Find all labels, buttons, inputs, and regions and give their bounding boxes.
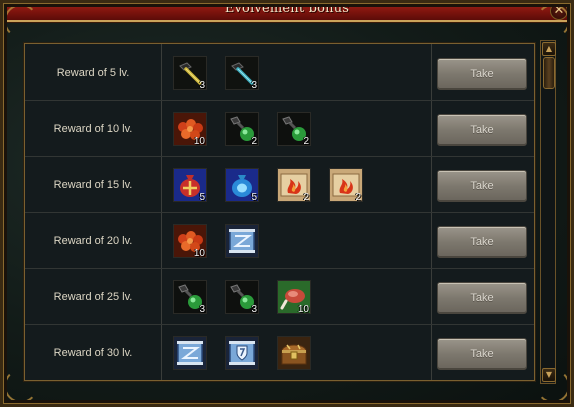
item-count: 3 [251, 304, 257, 314]
title-bar[interactable]: Evolvement bonus [0, 0, 574, 22]
blue-scroll-icon[interactable] [173, 336, 207, 370]
reward-row: Reward of 10 lv. 10 2 2 Take [25, 101, 534, 157]
reward-row: Reward of 30 lv. Take [25, 325, 534, 381]
corner-ornament [4, 4, 38, 38]
item-count: 3 [199, 304, 205, 314]
take-button[interactable]: Take [437, 114, 527, 146]
green-potion-icon[interactable]: 3 [173, 280, 207, 314]
item-count: 2 [355, 192, 361, 202]
take-button[interactable]: Take [437, 58, 527, 90]
item-count: 3 [251, 80, 257, 90]
take-button[interactable]: Take [437, 338, 527, 370]
reward-row: Reward of 15 lv. 5 5 2 2 Take [25, 157, 534, 213]
reward-level-label: Reward of 15 lv. [53, 179, 133, 191]
take-button[interactable]: Take [437, 226, 527, 258]
corner-ornament [536, 4, 570, 38]
red-ore-pile-icon[interactable]: 10 [173, 224, 207, 258]
scrollbar[interactable]: ▲ ▼ [540, 40, 556, 384]
scroll-down-button[interactable]: ▼ [542, 368, 556, 382]
item-count: 10 [297, 304, 309, 314]
reward-row: Reward of 25 lv. 3 3 10 Take [25, 269, 534, 325]
reward-level-label: Reward of 5 lv. [56, 67, 130, 79]
take-button[interactable]: Take [437, 282, 527, 314]
reward-level-label: Reward of 10 lv. [53, 123, 133, 135]
reward-row: Reward of 5 lv. 3 3 Take [25, 45, 534, 101]
item-count: 2 [303, 192, 309, 202]
pickaxe-cyan-icon[interactable]: 3 [225, 56, 259, 90]
red-ore-pile-icon[interactable]: 10 [173, 112, 207, 146]
window-title: Evolvement bonus [224, 1, 350, 16]
shield-scroll-icon[interactable] [225, 336, 259, 370]
item-count: 2 [303, 136, 309, 146]
item-count: 5 [199, 192, 205, 202]
red-pouch-icon[interactable]: 5 [173, 168, 207, 202]
reward-level-label: Reward of 20 lv. [53, 235, 133, 247]
fire-scroll-icon[interactable]: 2 [277, 168, 311, 202]
treasure-chest-icon[interactable] [277, 336, 311, 370]
blue-pouch-icon[interactable]: 5 [225, 168, 259, 202]
green-potion-icon[interactable]: 2 [225, 112, 259, 146]
meat-icon[interactable]: 10 [277, 280, 311, 314]
item-count: 10 [193, 136, 205, 146]
fire-scroll-icon[interactable]: 2 [329, 168, 363, 202]
scroll-up-button[interactable]: ▲ [542, 42, 556, 56]
blue-scroll-icon[interactable] [225, 224, 259, 258]
green-potion-icon[interactable]: 3 [225, 280, 259, 314]
reward-row: Reward of 20 lv. 10 Take [25, 213, 534, 269]
evolvement-bonus-window: Evolvement bonus ✕ ▲ ▼ Reward of 5 lv. 3 3… [0, 0, 574, 407]
item-count: 5 [251, 192, 257, 202]
item-count: 2 [251, 136, 257, 146]
scroll-thumb[interactable] [543, 57, 555, 89]
take-button[interactable]: Take [437, 170, 527, 202]
item-count: 3 [199, 80, 205, 90]
green-potion-icon[interactable]: 2 [277, 112, 311, 146]
reward-level-label: Reward of 30 lv. [53, 347, 133, 359]
item-count: 10 [193, 248, 205, 258]
pickaxe-yellow-icon[interactable]: 3 [173, 56, 207, 90]
reward-level-label: Reward of 25 lv. [53, 291, 133, 303]
